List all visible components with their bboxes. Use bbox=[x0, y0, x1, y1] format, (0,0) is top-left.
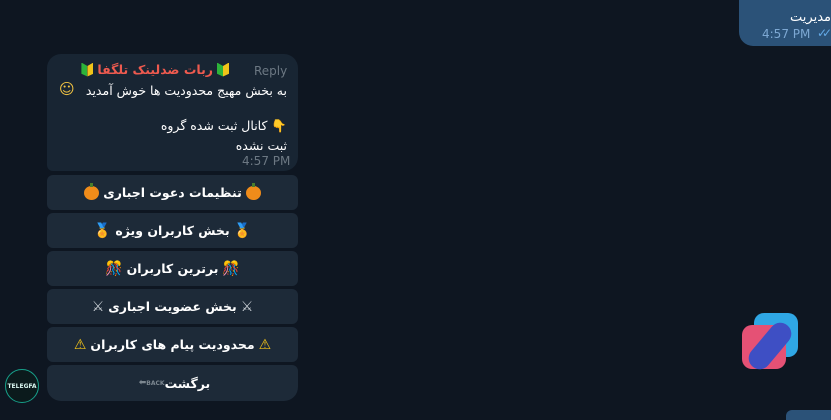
invite-settings-button[interactable]: تنظیمات دعوت اجباری bbox=[47, 175, 298, 210]
bot-avatar[interactable]: TELEGFA bbox=[5, 369, 39, 403]
outgoing-message-time: 4:57 PM bbox=[762, 27, 811, 41]
confetti-icon: 🎊 bbox=[222, 260, 240, 277]
outgoing-message-text: مدیریت bbox=[790, 10, 831, 25]
incoming-message[interactable]: Reply ربات ضدلینک تلگفا ☺ به بخش مهیج مح… bbox=[47, 54, 298, 171]
medal-icon: 🏅 bbox=[233, 222, 252, 239]
medal-icon: 🏅 bbox=[93, 222, 112, 239]
button-label: بخش عضویت اجباری bbox=[108, 299, 237, 314]
message-line-2-text: کانال ثبت شده گروه bbox=[160, 118, 268, 133]
pumpkin-icon bbox=[245, 182, 261, 200]
read-checkmarks-icon: ✓✓ bbox=[817, 26, 831, 40]
message-limits-button[interactable]: ⚠ محدودیت پیام های کاربران ⚠ bbox=[47, 327, 298, 362]
vip-users-button[interactable]: 🏅 بخش کاربران ویژه 🏅 bbox=[47, 213, 298, 248]
sender-name[interactable]: ربات ضدلینک تلگفا bbox=[97, 62, 213, 77]
message-line-2: 👇 کانال ثبت شده گروه bbox=[161, 118, 287, 134]
back-icon-text: BACK bbox=[146, 380, 165, 387]
warning-icon: ⚠ bbox=[73, 336, 87, 353]
smiling-face-icon: ☺ bbox=[59, 80, 75, 98]
message-line-1: به بخش مهیج محدودیت ها خوش آمدید bbox=[85, 83, 287, 98]
message-line-3: ثبت نشده bbox=[235, 138, 287, 153]
pointing-down-icon: 👇 bbox=[271, 118, 287, 133]
app-logo-icon bbox=[742, 313, 802, 374]
back-button[interactable]: برگشت ⬅BACK bbox=[47, 365, 298, 401]
button-label: بخش کاربران ویژه bbox=[115, 223, 230, 238]
confetti-icon: 🎊 bbox=[105, 260, 123, 277]
avatar-label: TELEGFA bbox=[7, 382, 37, 390]
button-label: برترین کاربران bbox=[126, 261, 219, 276]
button-label: برگشت bbox=[164, 375, 211, 391]
outgoing-message[interactable]: مدیریت 4:57 PM ✓✓ bbox=[739, 0, 831, 46]
crossed-swords-icon: ⚔ bbox=[240, 298, 254, 315]
button-label: محدودیت پیام های کاربران bbox=[90, 337, 255, 352]
beginner-badge-icon bbox=[81, 62, 94, 77]
crossed-swords-icon: ⚔ bbox=[91, 298, 105, 315]
warning-icon: ⚠ bbox=[258, 336, 272, 353]
pumpkin-icon bbox=[84, 182, 100, 200]
reply-button[interactable]: Reply bbox=[254, 64, 287, 78]
forced-join-button[interactable]: ⚔ بخش عضویت اجباری ⚔ bbox=[47, 289, 298, 324]
sender-row: ربات ضدلینک تلگفا bbox=[59, 62, 229, 77]
partial-outgoing-message bbox=[786, 410, 831, 420]
top-users-button[interactable]: 🎊 برترین کاربران 🎊 bbox=[47, 251, 298, 286]
button-label: تنظیمات دعوت اجباری bbox=[103, 185, 242, 200]
beginner-badge-icon bbox=[217, 62, 229, 77]
message-time: 4:57 PM bbox=[242, 154, 291, 168]
back-arrow-icon: ⬅BACK bbox=[138, 378, 165, 388]
